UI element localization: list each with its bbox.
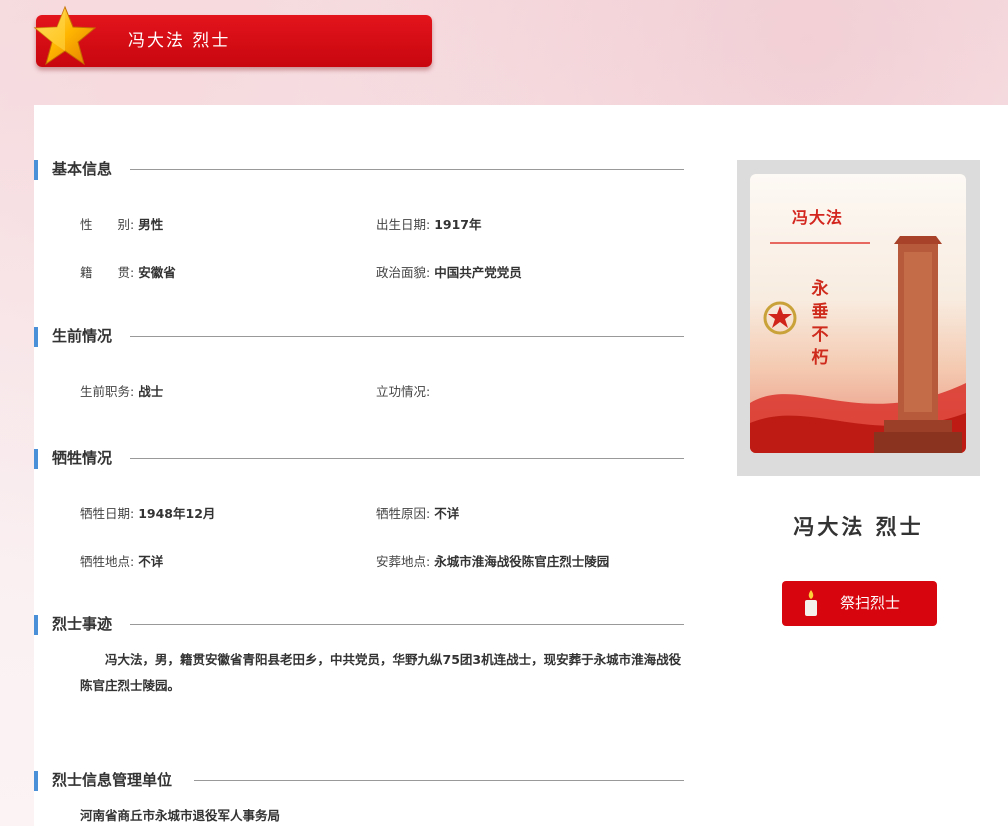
field-value: 中国共产党党员 — [434, 265, 522, 280]
tribute-button[interactable]: 祭扫烈士 — [782, 581, 937, 626]
header-banner: 冯大法 烈士 — [33, 5, 432, 67]
field-burial-place: 安葬地点: 永城市淮海战役陈官庄烈士陵园 — [376, 553, 609, 571]
section-marker — [34, 160, 38, 180]
slogan-char: 永 — [811, 279, 829, 299]
field-sacrifice-place: 牺牲地点: 不详 — [80, 553, 163, 571]
field-post: 生前职务: 战士 — [80, 383, 163, 401]
field-label: 牺牲地点: — [80, 554, 135, 569]
field-sacrifice-reason: 牺牲原因: 不详 — [376, 505, 459, 523]
martyr-name-title: 冯大法 烈士 — [793, 515, 924, 539]
section-marker — [34, 449, 38, 469]
field-value: 不详 — [434, 506, 460, 521]
photo-slogan: 永 垂 不 朽 — [810, 278, 830, 370]
section-life: 生前情况 — [34, 325, 684, 347]
page-title: 冯大法 烈士 — [128, 31, 231, 51]
field-value: 战士 — [138, 384, 164, 399]
field-label: 牺牲原因: — [376, 506, 431, 521]
section-marker — [34, 327, 38, 347]
monument-icon — [874, 236, 962, 453]
field-value: 1917年 — [434, 217, 482, 232]
management-org: 河南省商丘市永城市退役军人事务局 — [80, 808, 281, 823]
field-label: 籍 贯: — [80, 265, 135, 280]
emblem-icon — [763, 301, 797, 335]
section-title: 基本信息 — [52, 158, 125, 180]
photo-divider — [770, 242, 870, 244]
photo-name: 冯大法 — [792, 208, 844, 227]
tribute-button-label: 祭扫烈士 — [840, 594, 901, 612]
section-basic-info: 基本信息 — [34, 158, 684, 180]
field-label: 牺牲日期: — [80, 506, 135, 521]
martyr-photo-frame: 冯大法 永 垂 不 朽 — [737, 160, 980, 476]
field-label: 生前职务: — [80, 384, 135, 399]
field-value: 永城市淮海战役陈官庄烈士陵园 — [434, 554, 610, 569]
section-title: 生前情况 — [52, 325, 125, 347]
martyr-photo: 冯大法 永 垂 不 朽 — [750, 174, 966, 453]
section-marker — [34, 771, 38, 791]
field-value: 1948年12月 — [138, 506, 216, 521]
section-sacrifice: 牺牲情况 — [34, 447, 684, 469]
field-value: 不详 — [138, 554, 164, 569]
star-icon — [33, 5, 97, 66]
field-value: 安徽省 — [138, 265, 176, 280]
field-birth-date: 出生日期: 1917年 — [376, 216, 482, 234]
section-divider — [194, 780, 684, 781]
field-value: 男性 — [138, 217, 164, 232]
section-marker — [34, 615, 38, 635]
field-label: 性 别: — [80, 217, 135, 232]
section-divider — [130, 336, 684, 337]
section-management: 烈士信息管理单位 — [34, 769, 684, 791]
field-political-status: 政治面貌: 中国共产党党员 — [376, 264, 522, 282]
section-divider — [130, 624, 684, 625]
field-label: 出生日期: — [376, 217, 431, 232]
slogan-char: 垂 — [811, 302, 829, 322]
field-merit: 立功情况: — [376, 383, 430, 401]
field-label: 安葬地点: — [376, 554, 431, 569]
field-sacrifice-date: 牺牲日期: 1948年12月 — [80, 505, 215, 523]
deeds-text: 冯大法，男，籍贯安徽省青阳县老田乡，中共党员，华野九纵75团3机连战士，现安葬于… — [80, 652, 682, 693]
field-gender: 性 别: 男性 — [80, 216, 163, 234]
section-divider — [130, 458, 684, 459]
section-deeds: 烈士事迹 — [34, 613, 684, 635]
field-native-place: 籍 贯: 安徽省 — [80, 264, 176, 282]
section-title: 烈士信息管理单位 — [52, 769, 185, 791]
section-divider — [130, 169, 684, 170]
slogan-char: 朽 — [811, 348, 829, 368]
section-title: 烈士事迹 — [52, 613, 125, 635]
section-title: 牺牲情况 — [52, 447, 125, 469]
field-label: 政治面貌: — [376, 265, 431, 280]
slogan-char: 不 — [811, 325, 829, 345]
candle-icon — [805, 590, 817, 616]
field-label: 立功情况: — [376, 384, 431, 399]
